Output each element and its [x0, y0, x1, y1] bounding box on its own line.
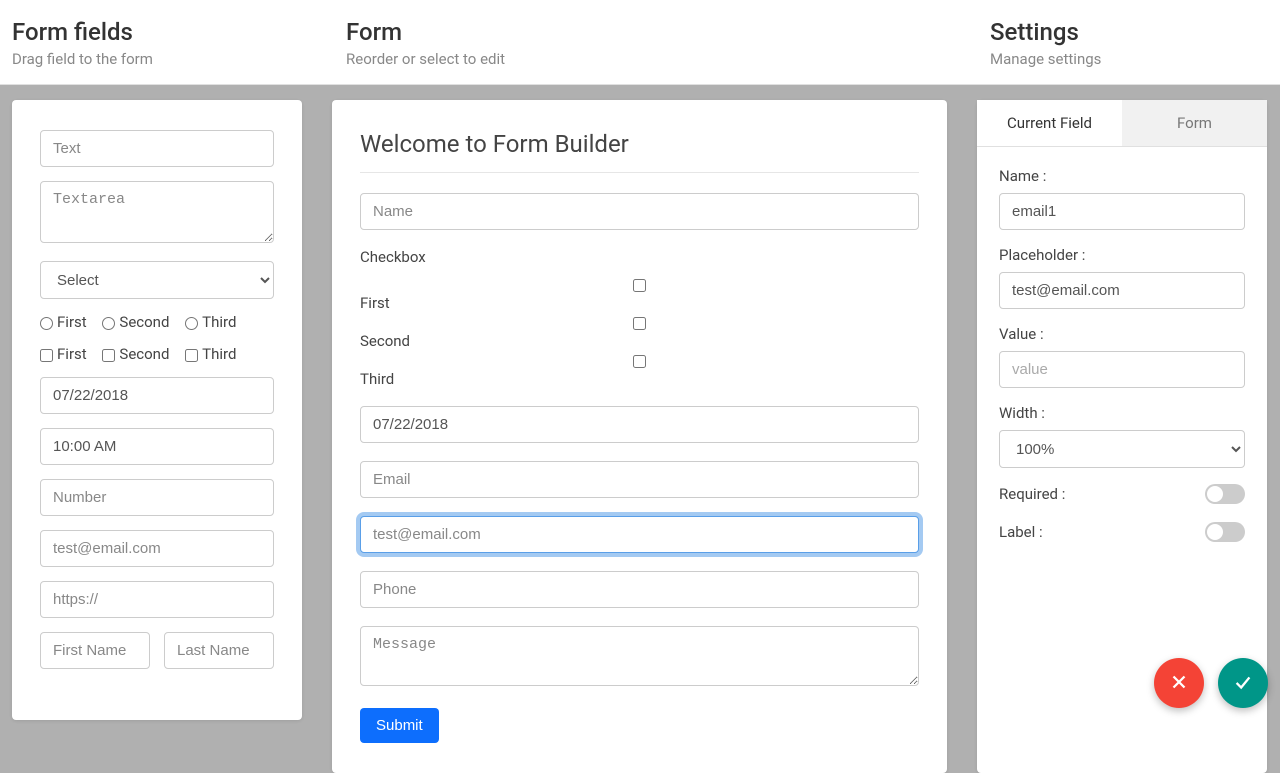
palette-url-input[interactable]: [40, 581, 274, 618]
palette-check-option[interactable]: Third: [185, 345, 236, 363]
palette-check-option[interactable]: First: [40, 345, 87, 363]
phone-input[interactable]: [360, 571, 919, 608]
header-subtitle: Drag field to the form: [12, 50, 322, 68]
cancel-button[interactable]: [1154, 658, 1204, 708]
form-phone-field[interactable]: [360, 571, 919, 608]
field-palette: Select First Second Third First Second T…: [12, 100, 302, 720]
setting-value-input[interactable]: [999, 351, 1245, 388]
settings-tabs: Current Field Form: [977, 100, 1267, 147]
palette-radio-option[interactable]: First: [40, 313, 87, 331]
palette-firstname-input[interactable]: [40, 632, 150, 669]
checkbox-label: Checkbox: [360, 248, 919, 266]
form-canvas: Welcome to Form Builder Checkbox First S…: [332, 100, 947, 773]
setting-label: Width :: [999, 404, 1245, 422]
checkbox-option[interactable]: Third: [360, 351, 923, 388]
form-name-field[interactable]: [360, 193, 919, 230]
app-header: Form fields Drag field to the form Form …: [0, 0, 1280, 85]
confirm-button[interactable]: [1218, 658, 1268, 708]
setting-width: Width : 100%: [999, 404, 1245, 468]
header-form: Form Reorder or select to edit: [334, 0, 978, 84]
header-title: Form: [346, 18, 966, 46]
palette-text-input[interactable]: [40, 130, 274, 167]
palette-radio-option[interactable]: Third: [185, 313, 236, 331]
palette-name-pair: [40, 632, 274, 683]
setting-label-toggle-row: Label :: [999, 522, 1245, 542]
date-input[interactable]: [360, 406, 919, 443]
palette-radio-group: First Second Third: [40, 313, 274, 331]
form-email2-field[interactable]: [360, 516, 919, 553]
workspace: Select First Second Third First Second T…: [0, 85, 1280, 773]
tab-current-field[interactable]: Current Field: [977, 100, 1122, 146]
palette-check-option[interactable]: Second: [102, 345, 169, 363]
setting-label: Name :: [999, 167, 1245, 185]
setting-width-select[interactable]: 100%: [999, 430, 1245, 468]
header-subtitle: Manage settings: [990, 50, 1268, 68]
tab-form[interactable]: Form: [1122, 100, 1267, 146]
setting-name-input[interactable]: [999, 193, 1245, 230]
email-input[interactable]: [360, 461, 919, 498]
palette-textarea[interactable]: [40, 181, 274, 243]
palette-date-input[interactable]: [40, 377, 274, 414]
header-subtitle: Reorder or select to edit: [346, 50, 966, 68]
palette-select[interactable]: Select: [40, 261, 274, 299]
form-checkbox-field[interactable]: Checkbox First Second Third: [360, 248, 919, 388]
fab-row: [1154, 658, 1268, 708]
checkbox-option[interactable]: First: [360, 275, 923, 312]
setting-required: Required :: [999, 484, 1245, 504]
check-icon: [1232, 671, 1254, 696]
setting-value: Value :: [999, 325, 1245, 388]
palette-number-input[interactable]: [40, 479, 274, 516]
form-email-field[interactable]: [360, 461, 919, 498]
settings-body: Name : Placeholder : Value : Width : 100…: [977, 147, 1267, 580]
submit-button[interactable]: Submit: [360, 708, 439, 743]
divider: [360, 172, 919, 173]
close-icon: [1168, 671, 1190, 696]
required-toggle[interactable]: [1205, 484, 1245, 504]
setting-name: Name :: [999, 167, 1245, 230]
checkbox-options: First Second Third: [360, 274, 919, 388]
header-form-fields: Form fields Drag field to the form: [0, 0, 334, 84]
form-title: Welcome to Form Builder: [360, 130, 919, 158]
setting-label: Label :: [999, 523, 1043, 541]
header-settings: Settings Manage settings: [978, 0, 1280, 84]
label-toggle[interactable]: [1205, 522, 1245, 542]
palette-checkbox-group: First Second Third: [40, 345, 274, 363]
header-title: Form fields: [12, 18, 322, 46]
name-input[interactable]: [360, 193, 919, 230]
setting-label: Placeholder :: [999, 246, 1245, 264]
setting-label: Value :: [999, 325, 1245, 343]
setting-label: Required :: [999, 485, 1065, 503]
header-title: Settings: [990, 18, 1268, 46]
setting-placeholder: Placeholder :: [999, 246, 1245, 309]
form-message-field[interactable]: [360, 626, 919, 690]
email2-input[interactable]: [360, 516, 919, 553]
palette-lastname-input[interactable]: [164, 632, 274, 669]
checkbox-option[interactable]: Second: [360, 313, 923, 350]
palette-radio-option[interactable]: Second: [102, 313, 169, 331]
form-date-field[interactable]: [360, 406, 919, 443]
setting-placeholder-input[interactable]: [999, 272, 1245, 309]
palette-email-input[interactable]: [40, 530, 274, 567]
palette-time-input[interactable]: [40, 428, 274, 465]
message-textarea[interactable]: [360, 626, 919, 686]
